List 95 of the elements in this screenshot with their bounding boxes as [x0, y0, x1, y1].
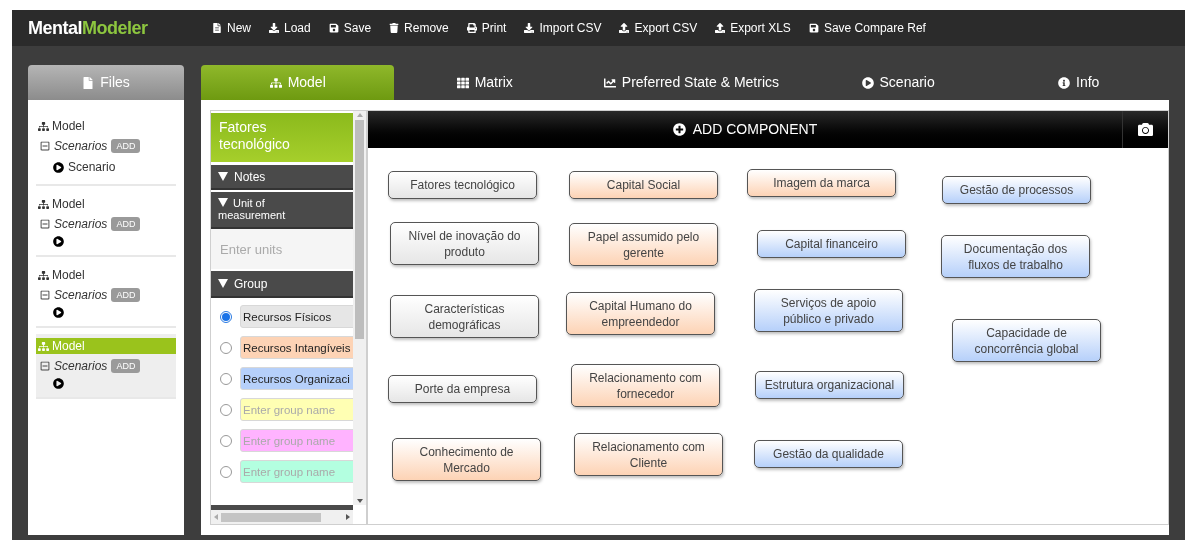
sitemap-icon: [38, 340, 49, 352]
group-name-field[interactable]: Enter group name: [240, 429, 356, 452]
group-name-field[interactable]: Recursos Organizaci: [240, 367, 356, 390]
component-node[interactable]: Imagem da marca: [747, 169, 896, 197]
play-icon: [53, 378, 64, 389]
toolbar-button[interactable]: Export CSV: [619, 19, 698, 37]
scenario-item[interactable]: [53, 307, 64, 318]
component-node[interactable]: Documentação dos fluxos de trabalho: [941, 235, 1090, 278]
component-node[interactable]: Capacidade de concorrência global: [952, 319, 1101, 362]
units-field[interactable]: Enter units: [211, 229, 353, 269]
radio-button[interactable]: [220, 403, 232, 416]
scenarios-label: Scenarios: [54, 358, 108, 375]
download-icon: [524, 23, 535, 33]
component-node[interactable]: Estrutura organizacional: [755, 371, 904, 399]
radio-button[interactable]: [220, 372, 232, 385]
toolbar-button[interactable]: New: [212, 19, 251, 37]
toolbar-button[interactable]: Export XLS: [715, 19, 791, 37]
model-item[interactable]: Model: [36, 196, 176, 212]
upload-icon: [619, 23, 630, 33]
component-node[interactable]: Capital Social: [569, 171, 718, 199]
info-icon: [1058, 76, 1071, 89]
toolbar-button[interactable]: Load: [269, 19, 311, 37]
collapse-icon[interactable]: [40, 219, 50, 229]
unit-header[interactable]: Unit of measurement: [211, 192, 353, 229]
caret-icon: [218, 279, 228, 288]
collapse-icon[interactable]: [40, 361, 50, 371]
tab[interactable]: Matrix: [394, 65, 575, 100]
radio-button[interactable]: [220, 310, 232, 323]
file-icon: [82, 76, 95, 89]
plus-icon: [672, 123, 686, 136]
component-node[interactable]: Fatores tecnológico: [388, 171, 537, 199]
toolbar-button[interactable]: Print: [466, 19, 507, 37]
component-node[interactable]: Relacionamento com fornecedor: [571, 364, 720, 407]
line-chart-icon: [603, 76, 616, 89]
component-node[interactable]: Características demográficas: [390, 295, 539, 338]
component-title: Fatores tecnológico: [211, 113, 353, 162]
sitemap-icon: [269, 76, 282, 89]
group-header[interactable]: Group: [211, 271, 353, 298]
model-item[interactable]: Model: [36, 118, 176, 134]
toolbar-button[interactable]: Import CSV: [524, 19, 602, 37]
save-icon: [808, 23, 819, 33]
upload-icon: [715, 23, 726, 33]
grid-icon: [456, 76, 469, 89]
horizontal-scrollbar[interactable]: [211, 510, 353, 524]
printer-icon: [466, 23, 477, 33]
group-name-field[interactable]: Enter group name: [240, 460, 356, 483]
toolbar-button[interactable]: Remove: [389, 19, 449, 37]
play-icon: [53, 236, 64, 247]
scroll-down-icon[interactable]: [356, 499, 363, 503]
model-item[interactable]: Model: [36, 267, 176, 283]
component-node[interactable]: Capital Humano do empreendedor: [566, 292, 715, 335]
logo: MentalModeler: [28, 16, 149, 40]
play-icon: [53, 307, 64, 318]
component-node[interactable]: Serviços de apoio público e privado: [754, 289, 903, 332]
tab[interactable]: Preferred State & Metrics: [575, 65, 808, 100]
scenarios-label: Scenarios: [54, 138, 108, 155]
download-icon: [269, 23, 279, 33]
collapse-icon[interactable]: [40, 141, 50, 151]
component-node[interactable]: Gestão da qualidade: [754, 440, 903, 468]
sitemap-icon: [38, 269, 49, 281]
tab[interactable]: Info: [988, 65, 1169, 100]
scroll-right-icon[interactable]: [346, 514, 350, 520]
toolbar-button[interactable]: Save Compare Ref: [808, 19, 926, 37]
scenarios-label: Scenarios: [54, 287, 108, 304]
scenario-item[interactable]: [53, 236, 64, 247]
radio-button[interactable]: [220, 465, 232, 478]
play-icon: [53, 161, 64, 173]
component-node[interactable]: Porte da empresa: [388, 375, 537, 403]
notes-header[interactable]: Notes: [211, 165, 353, 190]
component-node[interactable]: Nível de inovação do produto: [390, 222, 539, 265]
save-icon: [328, 23, 339, 33]
caret-icon: [218, 172, 228, 181]
group-name-field[interactable]: Recursos Físicos: [240, 305, 356, 328]
tab[interactable]: Scenario: [807, 65, 989, 100]
component-node[interactable]: Conhecimento de Mercado: [392, 438, 541, 481]
scenario-item[interactable]: [53, 378, 64, 389]
radio-button[interactable]: [220, 434, 232, 447]
scenarios-label: Scenarios: [54, 216, 108, 233]
play-icon: [861, 76, 874, 89]
component-node[interactable]: Capital financeiro: [757, 230, 906, 258]
file-icon: [212, 23, 222, 33]
group-name-field[interactable]: Enter group name: [240, 398, 356, 421]
group-name-field[interactable]: Recursos Intangíveis: [240, 336, 356, 359]
camera-icon: [1138, 122, 1153, 137]
caret-icon: [218, 198, 228, 207]
radio-button[interactable]: [220, 341, 232, 354]
scenario-item[interactable]: Scenario: [53, 158, 116, 176]
component-node[interactable]: Papel assumido pelo gerente: [569, 223, 718, 266]
component-node[interactable]: Gestão de processos: [942, 176, 1091, 204]
component-node[interactable]: Relacionamento com Cliente: [574, 433, 723, 476]
sitemap-icon: [38, 198, 49, 210]
toolbar-button[interactable]: Save: [328, 19, 372, 37]
sitemap-icon: [38, 120, 49, 132]
trash-icon: [389, 23, 400, 33]
collapse-icon[interactable]: [40, 290, 50, 300]
